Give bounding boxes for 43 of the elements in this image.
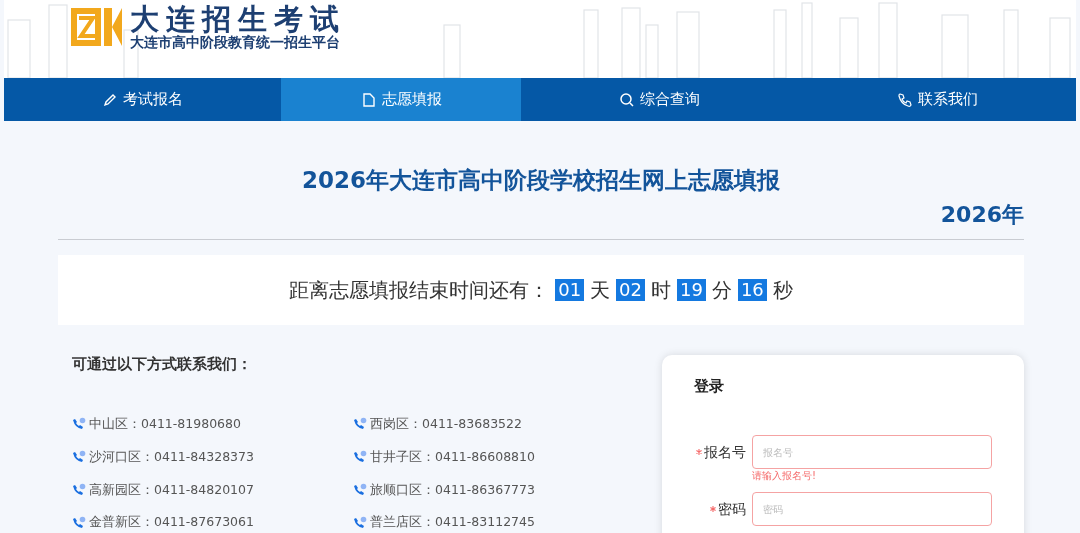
nav-tab[interactable]: 考试报名	[4, 78, 282, 121]
contact-phone: 中山区：0411-81980680	[89, 415, 241, 433]
countdown-unit: 秒	[772, 276, 793, 304]
contact-heading: 可通过以下方式联系我们：	[72, 353, 253, 375]
contact-phone: 金普新区：0411-87673061	[89, 513, 254, 532]
nav-tab[interactable]: 志愿填报	[281, 78, 522, 121]
contact-phone: 甘井子区：0411-86608810	[370, 447, 535, 466]
nav-tab[interactable]: 联系我们	[798, 78, 1076, 121]
countdown-unit: 时	[651, 276, 671, 304]
countdown-digits: 19	[677, 278, 706, 301]
input-field[interactable]: 密码	[752, 492, 992, 526]
countdown-digits: 02	[616, 278, 645, 301]
page-title: 2026年大连市高中阶段学校招生网上志愿填报	[301, 166, 781, 195]
field-label: 报名号	[704, 442, 746, 462]
phone-icon	[353, 515, 367, 530]
error-message: 请输入报名号!	[752, 470, 817, 482]
phone-icon	[353, 417, 367, 432]
phone-icon	[72, 515, 86, 530]
contact-phone: 沙河口区：0411-84328373	[89, 447, 254, 466]
phone-icon	[72, 417, 86, 432]
phone-icon	[896, 91, 913, 108]
phone-icon	[353, 450, 367, 465]
phone-icon	[72, 450, 86, 465]
document-icon	[360, 91, 377, 108]
phone-icon	[353, 482, 367, 497]
nav-tab[interactable]: 综合查询	[521, 78, 799, 121]
contact-phone: 西岗区：0411-83683522	[370, 415, 522, 433]
year-label: 2026年	[939, 200, 1024, 229]
search-icon	[619, 91, 636, 108]
site-title: 大连招生考试	[130, 4, 346, 35]
phone-icon	[72, 482, 86, 497]
countdown-digits: 16	[737, 278, 767, 301]
site-subtitle: 大连市高中阶段教育统一招生平台	[130, 34, 341, 52]
countdown-digits: 01	[555, 278, 585, 301]
contact-phone: 普兰店区：0411-83112745	[370, 513, 535, 532]
countdown-unit: 分	[711, 276, 732, 304]
login-title: 登录	[694, 375, 725, 397]
countdown-label: 距离志愿填报结束时间还有：	[289, 276, 550, 304]
contact-phone: 旅顺口区：0411-86367773	[370, 480, 535, 499]
contact-phone: 高新园区：0411-84820107	[89, 480, 254, 499]
field-label: 密码	[718, 499, 746, 519]
input-field[interactable]: 报名号	[752, 435, 992, 469]
countdown-unit: 天	[590, 276, 611, 304]
